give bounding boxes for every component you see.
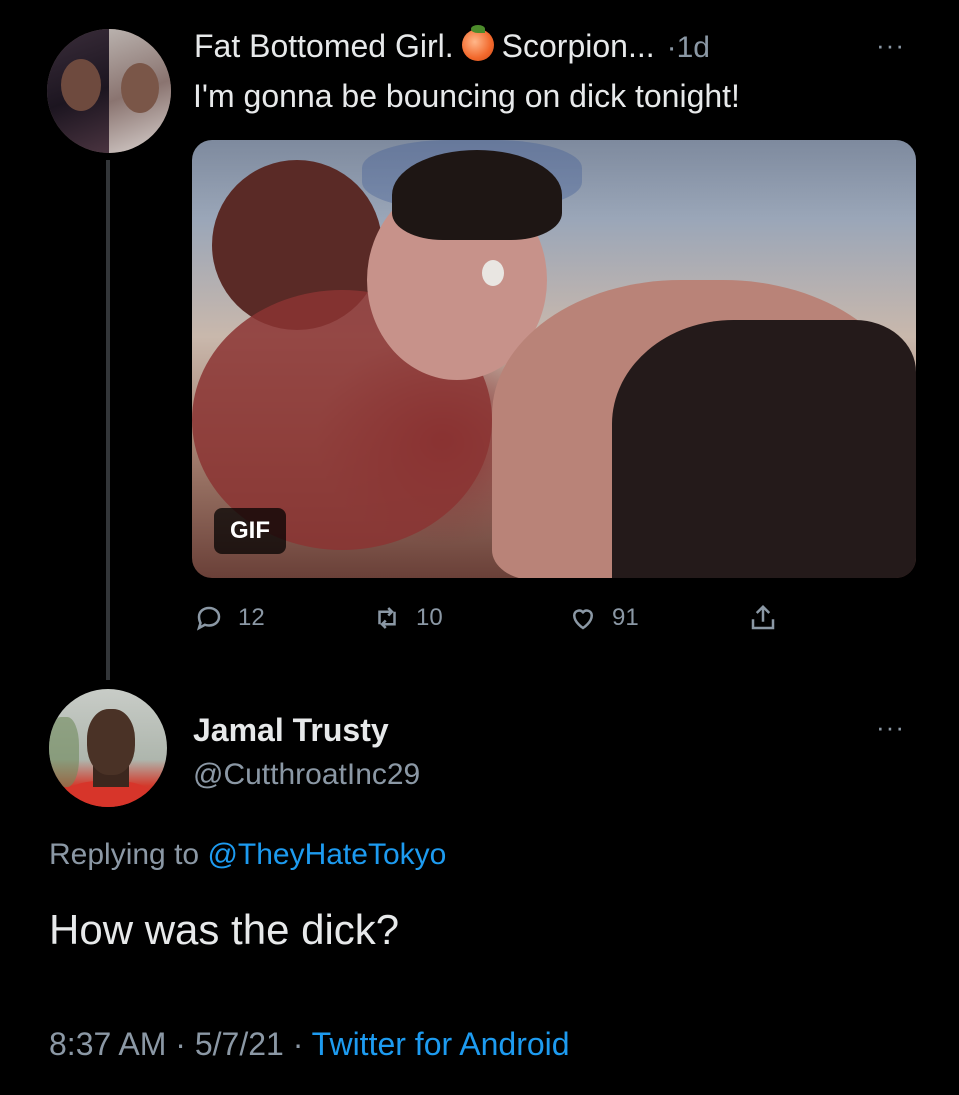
tweet1-more-icon[interactable]: ··· — [876, 30, 905, 61]
thread-line — [106, 160, 110, 680]
tweet1-separator: · — [666, 31, 677, 64]
tweet2-text: How was the dick? — [49, 906, 400, 953]
tweet1-gif-media[interactable]: GIF — [192, 140, 916, 578]
tweet2-time[interactable]: 8:37 AM — [49, 1026, 166, 1062]
like-count: 91 — [612, 604, 639, 631]
share-button[interactable] — [748, 598, 792, 638]
tweet1-header: Fat Bottomed Girl. Scorpion... ·1d — [194, 25, 710, 65]
avatar-jamal-trusty[interactable] — [49, 689, 167, 807]
reply-icon — [196, 606, 221, 631]
heart-icon — [572, 609, 594, 630]
reply-button[interactable]: 12 — [194, 598, 265, 638]
tweet2-source[interactable]: Twitter for Android — [312, 1026, 570, 1062]
gif-badge: GIF — [214, 508, 286, 554]
tweet1-text: I'm gonna be bouncing on dick tonight! — [193, 78, 740, 114]
tweet1-age[interactable]: 1d — [677, 31, 710, 64]
tweet2-timestamp: 8:37 AM · 5/7/21 · Twitter for Android — [49, 1026, 570, 1063]
timestamp-separator-2: · — [292, 1026, 304, 1062]
peach-icon — [461, 25, 494, 61]
reply-count: 12 — [238, 604, 265, 631]
tweet2-date[interactable]: 5/7/21 — [195, 1026, 284, 1062]
like-button[interactable]: 91 — [568, 598, 639, 638]
tweet2-more-icon[interactable]: ··· — [876, 712, 905, 743]
retweet-icon — [378, 607, 396, 629]
retweet-button[interactable]: 10 — [372, 598, 443, 638]
replying-prefix: Replying to — [49, 838, 200, 871]
tweet2-display-name[interactable]: Jamal Trusty — [193, 712, 389, 749]
avatar-fat-bottomed-girl[interactable] — [47, 29, 171, 153]
replying-mention[interactable]: @TheyHateTokyo — [207, 838, 446, 871]
replying-to: Replying to @TheyHateTokyo — [49, 838, 446, 872]
timestamp-separator-1: · — [175, 1026, 186, 1062]
tweet2-handle[interactable]: @CutthroatInc29 — [193, 758, 420, 792]
retweet-count: 10 — [416, 604, 443, 631]
tweet1-display-name[interactable]: Fat Bottomed Girl. — [194, 28, 454, 64]
tweet1-name-suffix[interactable]: Scorpion... — [502, 28, 655, 64]
share-icon — [751, 604, 775, 630]
